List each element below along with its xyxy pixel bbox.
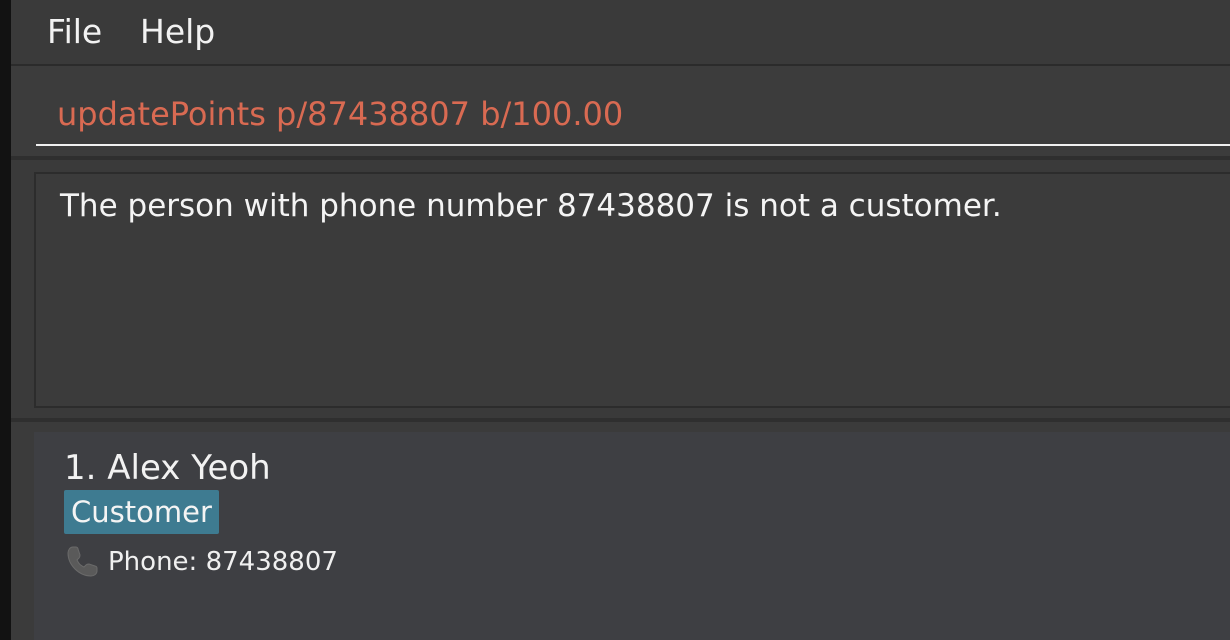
menu-bar: File Help [11, 0, 1230, 66]
result-display[interactable]: The person with phone number 87438807 is… [34, 172, 1230, 408]
window-left-edge [0, 0, 11, 640]
person-list[interactable]: 1. Alex Yeoh Customer Phone: 87438807 [34, 432, 1230, 640]
menu-help[interactable]: Help [140, 12, 215, 52]
person-card[interactable]: 1. Alex Yeoh Customer Phone: 87438807 [34, 432, 1230, 640]
menu-file[interactable]: File [47, 12, 102, 52]
person-list-area: 1. Alex Yeoh Customer Phone: 87438807 [11, 422, 1230, 640]
person-name: 1. Alex Yeoh [64, 448, 271, 488]
customer-tag: Customer [64, 490, 219, 534]
command-input[interactable] [36, 66, 1230, 146]
command-box-area [11, 66, 1230, 160]
phone-row: Phone: 87438807 [64, 542, 338, 582]
result-message: The person with phone number 87438807 is… [60, 188, 1002, 224]
app-window: File Help The person with phone number 8… [0, 0, 1230, 640]
phone-number: Phone: 87438807 [108, 547, 338, 577]
phone-icon [67, 546, 98, 577]
result-display-area: The person with phone number 87438807 is… [11, 160, 1230, 422]
